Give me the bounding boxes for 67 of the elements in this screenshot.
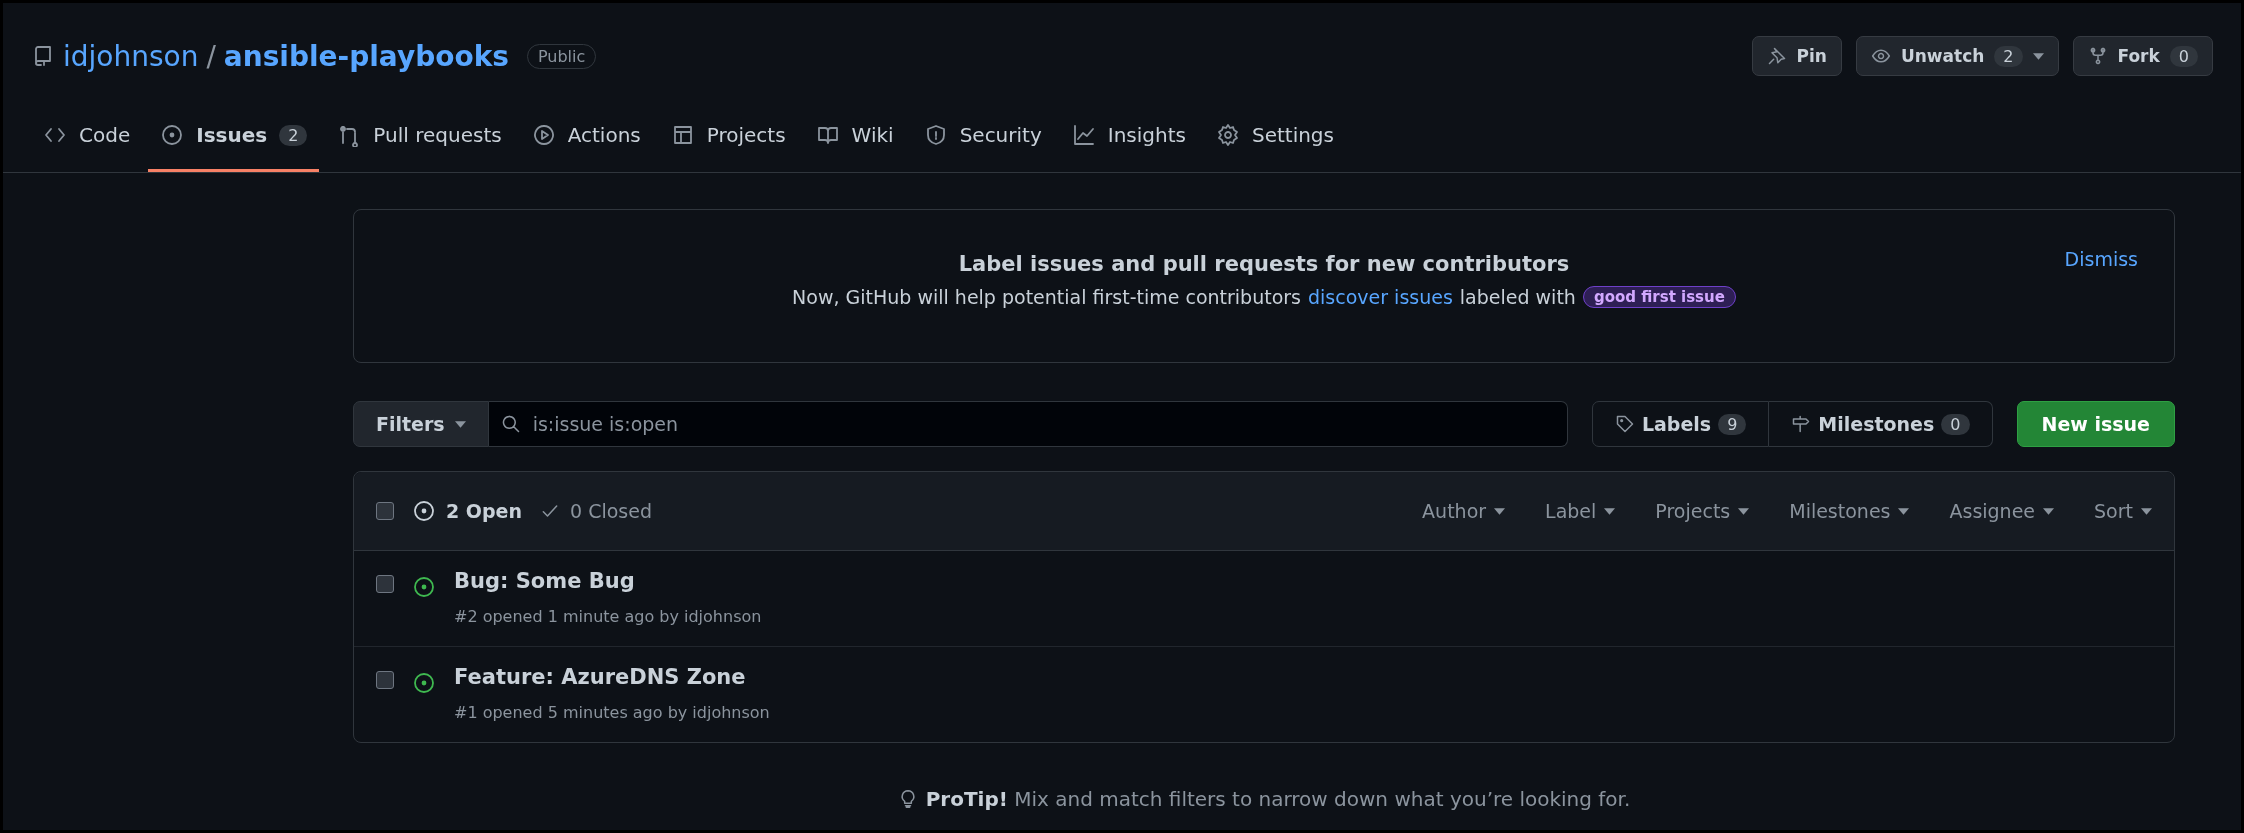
issue-icon (160, 123, 185, 147)
path-separator: / (206, 39, 216, 73)
open-issue-icon (412, 671, 436, 695)
repo-tab[interactable]: Projects (658, 109, 798, 172)
open-issue-icon (412, 575, 436, 599)
graph-icon (1071, 123, 1096, 147)
caret-icon (1494, 507, 1506, 515)
repo-tab[interactable]: Issues 2 (148, 109, 320, 172)
issue-title-link[interactable]: Bug: Some Bug (454, 569, 762, 593)
issue-meta: #1 opened 5 minutes ago by idjohnson (454, 703, 770, 722)
owner-link[interactable]: idjohnson (63, 39, 199, 73)
caret-icon (1738, 507, 1750, 515)
filter-dropdown[interactable]: Assignee (1949, 500, 2055, 522)
filter-dropdown[interactable]: Author (1422, 500, 1506, 522)
repo-tab[interactable]: Insights (1059, 109, 1198, 172)
banner-text: labeled with (1459, 286, 1576, 308)
open-issues-tab[interactable]: 2 Open (412, 499, 522, 523)
filter-dropdown[interactable]: Milestones (1789, 500, 1910, 522)
repo-tab[interactable]: Security (911, 109, 1054, 172)
signpost-icon (1791, 414, 1812, 434)
caret-icon (454, 420, 466, 428)
repo-tab[interactable]: Wiki (803, 109, 906, 172)
counter: 0 (2169, 45, 2198, 67)
counter: 0 (1941, 413, 1970, 435)
repo-tab[interactable]: Code (31, 109, 143, 172)
search-icon (500, 414, 521, 434)
banner-text: Now, GitHub will help potential first-time contributors (792, 286, 1301, 308)
repo-tab[interactable]: Actions (519, 109, 653, 172)
checkbox[interactable] (376, 502, 394, 520)
issue-title-link[interactable]: Feature: AzureDNS Zone (454, 665, 770, 689)
filter-dropdown[interactable]: Sort (2094, 500, 2152, 522)
caret-icon (2141, 507, 2152, 515)
checkbox[interactable] (376, 575, 394, 593)
repo-action-button[interactable]: Pin (1751, 36, 1842, 76)
issue-icon (412, 499, 436, 523)
protip-text: ProTip! Mix and match filters to narrow down what you’re looking for. (925, 787, 1631, 811)
closed-issues-tab[interactable]: 0 Closed (540, 500, 652, 522)
dismiss-link[interactable]: Dismiss (2064, 248, 2138, 270)
counter: 2 (279, 124, 308, 146)
checkbox[interactable] (376, 671, 394, 689)
tag-icon (1614, 414, 1635, 434)
repo-tab[interactable]: Settings (1203, 109, 1346, 172)
caret-icon (2032, 52, 2044, 60)
caret-icon (1604, 507, 1616, 515)
discover-issues-link[interactable]: discover issues (1308, 286, 1453, 308)
filter-dropdown[interactable]: Projects (1655, 500, 1750, 522)
issue-meta: #2 opened 1 minute ago by idjohnson (454, 607, 762, 626)
repo-tab[interactable]: Pull requests (325, 109, 514, 172)
repo-action-button[interactable]: Fork 0 (2072, 36, 2213, 76)
pin-icon (1766, 46, 1787, 66)
labels-button[interactable]: Labels 9 (1591, 401, 1770, 447)
watch-icon (1870, 46, 1891, 66)
issue-label: good first issue (1582, 286, 1736, 308)
milestones-button[interactable]: Milestones 0 (1769, 401, 1993, 447)
filter-dropdown[interactable]: Label (1545, 500, 1616, 522)
banner-title: Label issues and pull requests for new contributors (958, 252, 1570, 276)
settings-icon (1215, 123, 1240, 147)
search-field[interactable]: is:issue is:open (488, 401, 1568, 447)
counter: 2 (1994, 45, 2023, 67)
new-issue-button[interactable]: New issue (2016, 401, 2175, 447)
filters-button[interactable]: Filters (353, 401, 489, 447)
play-icon (531, 123, 556, 147)
caret-icon (1898, 507, 1910, 515)
caret-icon (2043, 507, 2055, 515)
repo-name-link[interactable]: ansible-playbooks (223, 39, 509, 73)
repo-action-button[interactable]: Unwatch 2 (1855, 36, 2059, 76)
counter: 9 (1718, 413, 1747, 435)
